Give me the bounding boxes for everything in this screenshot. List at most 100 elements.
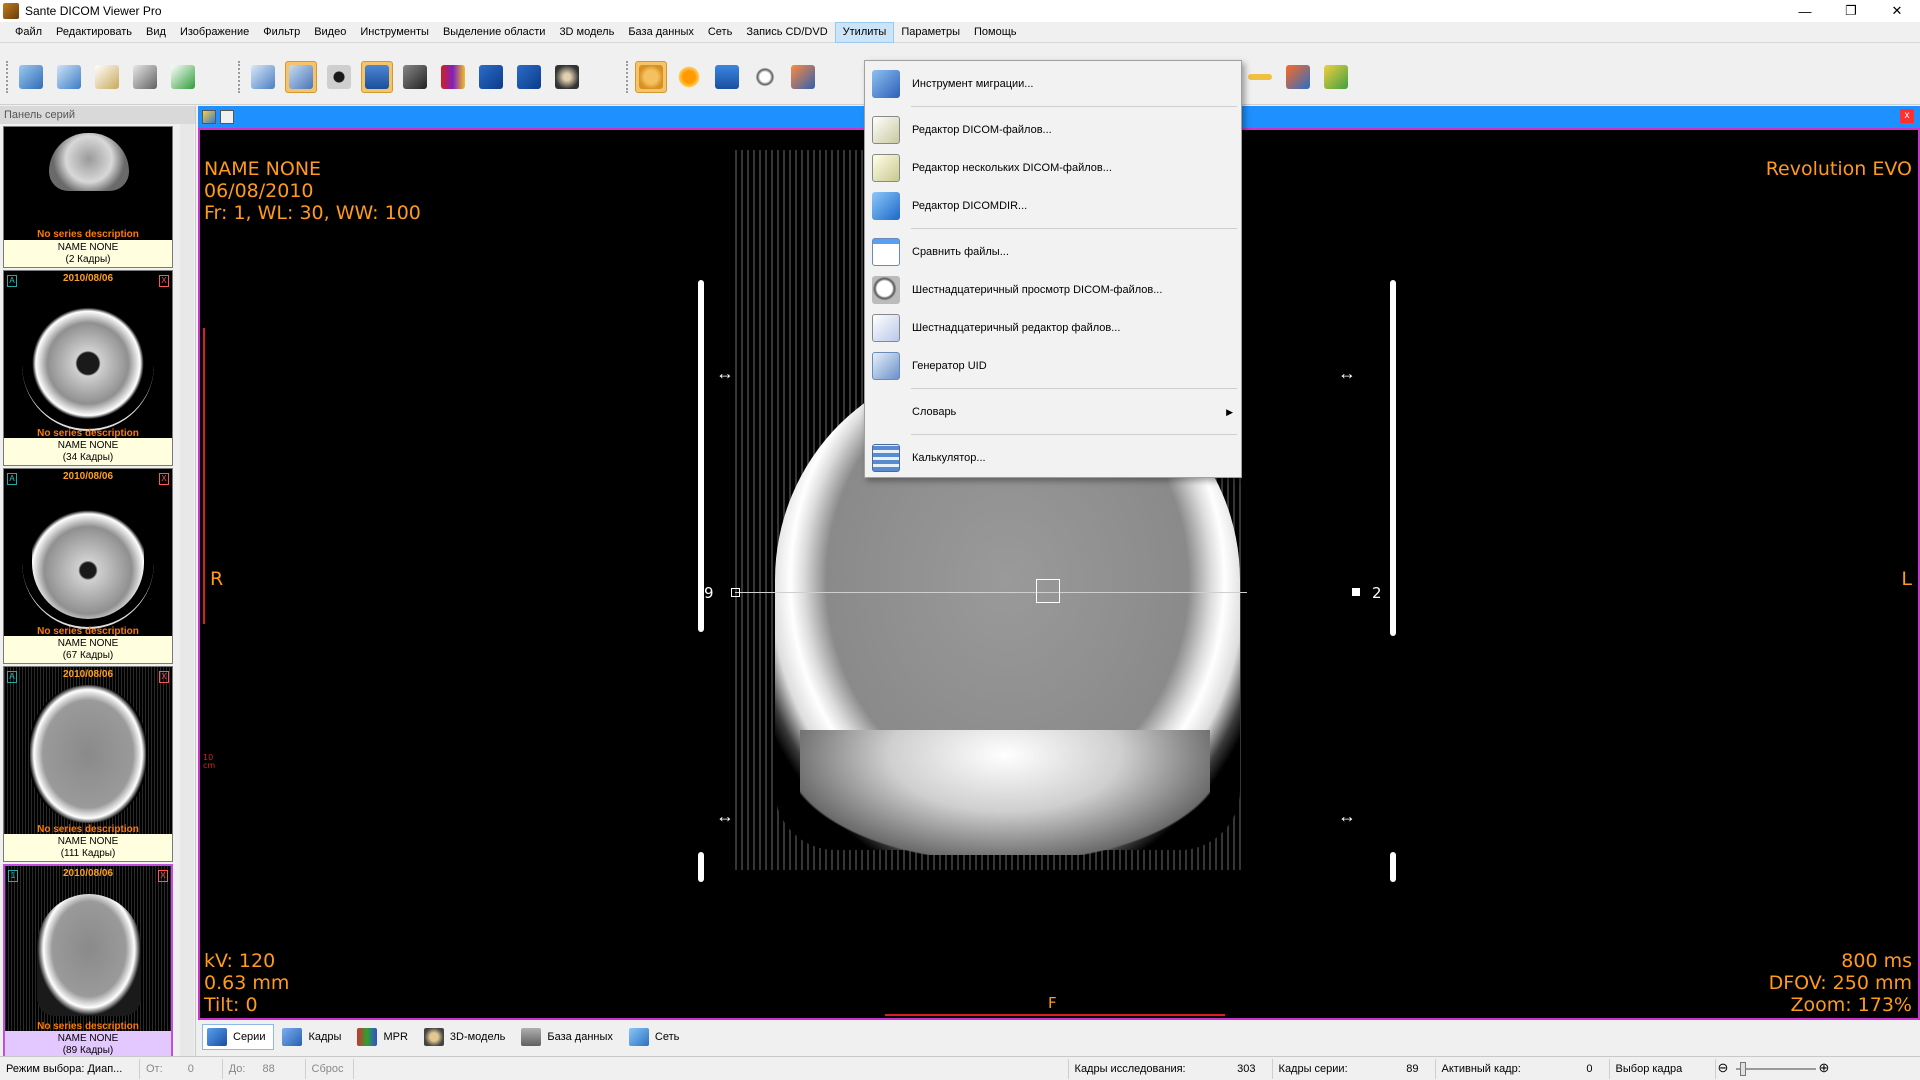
kv-value: kV: 120: [204, 950, 276, 972]
print-icon[interactable]: [129, 61, 161, 93]
study-frames-label: Кадры исследования:: [1074, 1062, 1186, 1075]
fit-icon[interactable]: [475, 61, 507, 93]
tab-series[interactable]: Серии: [202, 1024, 275, 1050]
fullscreen-icon[interactable]: [513, 61, 545, 93]
tab-3d-model[interactable]: 3D-модель: [420, 1024, 513, 1050]
3d-tab-icon: [423, 1028, 444, 1046]
toolbar-grip[interactable]: [238, 61, 241, 93]
menu-filter[interactable]: Фильтр: [256, 22, 307, 43]
tab-mpr[interactable]: MPR: [353, 1024, 415, 1050]
menu-tools[interactable]: Инструменты: [353, 22, 436, 43]
series-name: NAME NONE (67 Кадры): [4, 636, 172, 663]
import-icon[interactable]: [53, 61, 85, 93]
slab-bracket-right-bottom[interactable]: [1390, 852, 1396, 882]
series-panel-scrollbar[interactable]: [180, 124, 194, 1056]
menu-item-hex-viewer[interactable]: Шестнадцатеричный просмотр DICOM-файлов.…: [865, 274, 1241, 306]
sync-icon[interactable]: [285, 61, 317, 93]
from-value[interactable]: 0: [166, 1059, 216, 1079]
lock-icon[interactable]: [220, 110, 234, 124]
text-annotation-icon[interactable]: [1320, 61, 1352, 93]
export-icon[interactable]: [91, 61, 123, 93]
series-thumbnail[interactable]: A X 2010/08/06 No series description NAM…: [3, 270, 173, 466]
series-thumbnail-image: [4, 127, 172, 227]
reset-button[interactable]: Сброс: [306, 1058, 354, 1079]
series-panel: Панель серий No series description NAME …: [0, 106, 196, 1060]
zoom-out-icon[interactable]: ⊖: [1718, 1060, 1729, 1076]
scroll-icon[interactable]: [711, 61, 743, 93]
brightness-icon[interactable]: [673, 61, 705, 93]
menu-file[interactable]: Файл: [8, 22, 49, 43]
toolbar-grip[interactable]: [6, 61, 9, 93]
3d-icon[interactable]: [551, 61, 583, 93]
menu-database[interactable]: База данных: [621, 22, 701, 43]
hand-icon[interactable]: [635, 61, 667, 93]
line-center-handle[interactable]: [1036, 579, 1060, 603]
to-value[interactable]: 88: [249, 1059, 299, 1079]
menu-item-compare-files[interactable]: Сравнить файлы...: [865, 236, 1241, 268]
menu-item-migration-tool[interactable]: Инструмент миграции...: [865, 68, 1241, 100]
series-thumbnail[interactable]: No series description NAME NONE (2 Кадры…: [3, 126, 173, 268]
layout-icon[interactable]: [202, 110, 216, 124]
menu-video[interactable]: Видео: [307, 22, 353, 43]
menu-3d-model[interactable]: 3D модель: [552, 22, 621, 43]
maximize-button[interactable]: ❐: [1828, 0, 1874, 22]
colormap-icon[interactable]: [437, 61, 469, 93]
title-bar: Sante DICOM Viewer Pro — ❐ ✕: [0, 0, 1920, 22]
copy-icon[interactable]: [167, 61, 199, 93]
minimize-button[interactable]: —: [1782, 0, 1828, 22]
menu-view[interactable]: Вид: [139, 22, 173, 43]
bottom-tab-bar: Серии Кадры MPR 3D-модель База данных Се…: [198, 1021, 1920, 1053]
menu-item-dicomdir-editor[interactable]: Редактор DICOMDIR...: [865, 190, 1241, 222]
menu-item-dictionary[interactable]: Словарь ▶: [865, 396, 1241, 428]
series-thumbnail[interactable]: A X 2010/08/06 No series description NAM…: [3, 666, 173, 862]
menu-item-hex-editor[interactable]: Шестнадцатеричный редактор файлов...: [865, 312, 1241, 344]
magnifier-icon[interactable]: [787, 61, 819, 93]
viewer-close-icon[interactable]: x: [1900, 109, 1914, 123]
zoom-icon[interactable]: [749, 61, 781, 93]
series-thumbnail[interactable]: A X 2010/08/06 No series description NAM…: [3, 468, 173, 664]
layers-icon[interactable]: [361, 61, 393, 93]
menu-help[interactable]: Помощь: [967, 22, 1024, 43]
close-button[interactable]: ✕: [1874, 0, 1920, 22]
series-patient-name: NAME NONE: [57, 1033, 119, 1044]
resize-arrow-icon[interactable]: ↔: [716, 807, 734, 825]
eye-icon[interactable]: [323, 61, 355, 93]
slab-bracket-left-bottom[interactable]: [698, 852, 704, 882]
frame-slider[interactable]: ⊖ ⊕: [1716, 1059, 1836, 1079]
link-icon[interactable]: [247, 61, 279, 93]
ruler-icon[interactable]: [1244, 61, 1276, 93]
tab-database-label: База данных: [547, 1031, 613, 1043]
tab-database[interactable]: База данных: [517, 1024, 621, 1050]
tab-network[interactable]: Сеть: [625, 1024, 687, 1050]
resize-arrow-icon[interactable]: ↔: [716, 364, 734, 382]
tab-frames[interactable]: Кадры: [278, 1024, 349, 1050]
menu-item-multi-dicom-editor[interactable]: Редактор нескольких DICOM-файлов...: [865, 152, 1241, 184]
menu-parameters[interactable]: Параметры: [894, 22, 967, 43]
series-date: 2010/08/06: [62, 273, 114, 284]
line-handle-right[interactable]: [1352, 588, 1360, 596]
menu-utilities[interactable]: Утилиты: [834, 21, 895, 43]
menu-item-uid-generator[interactable]: Генератор UID: [865, 350, 1241, 382]
marker-left: 9: [704, 584, 714, 602]
zoom-in-icon[interactable]: ⊕: [1819, 1060, 1830, 1076]
series-thumbnail-selected[interactable]: 1 X 2010/08/06 No series description NAM…: [3, 864, 173, 1060]
pencil-icon[interactable]: [1282, 61, 1314, 93]
open-icon[interactable]: [15, 61, 47, 93]
menu-network[interactable]: Сеть: [701, 22, 739, 43]
resize-arrow-icon[interactable]: ↔: [1338, 364, 1356, 382]
selection-mode[interactable]: Режим выбора: Диап...: [0, 1058, 140, 1079]
menu-cd-dvd[interactable]: Запись CD/DVD: [739, 22, 834, 43]
menu-roi[interactable]: Выделение области: [436, 22, 553, 43]
mpr-reference-line[interactable]: [735, 592, 1247, 593]
slider-thumb[interactable]: [1739, 1061, 1746, 1076]
mpr-icon[interactable]: [399, 61, 431, 93]
toolbar-grip[interactable]: [626, 61, 629, 93]
line-handle-left[interactable]: [731, 588, 740, 597]
menu-image[interactable]: Изображение: [173, 22, 256, 43]
slab-bracket-right[interactable]: [1390, 280, 1396, 636]
slab-bracket-left[interactable]: [698, 280, 704, 632]
menu-item-calculator[interactable]: Калькулятор...: [865, 442, 1241, 474]
menu-edit[interactable]: Редактировать: [49, 22, 139, 43]
resize-arrow-icon[interactable]: ↔: [1338, 807, 1356, 825]
menu-item-dicom-editor[interactable]: Редактор DICOM-файлов...: [865, 114, 1241, 146]
